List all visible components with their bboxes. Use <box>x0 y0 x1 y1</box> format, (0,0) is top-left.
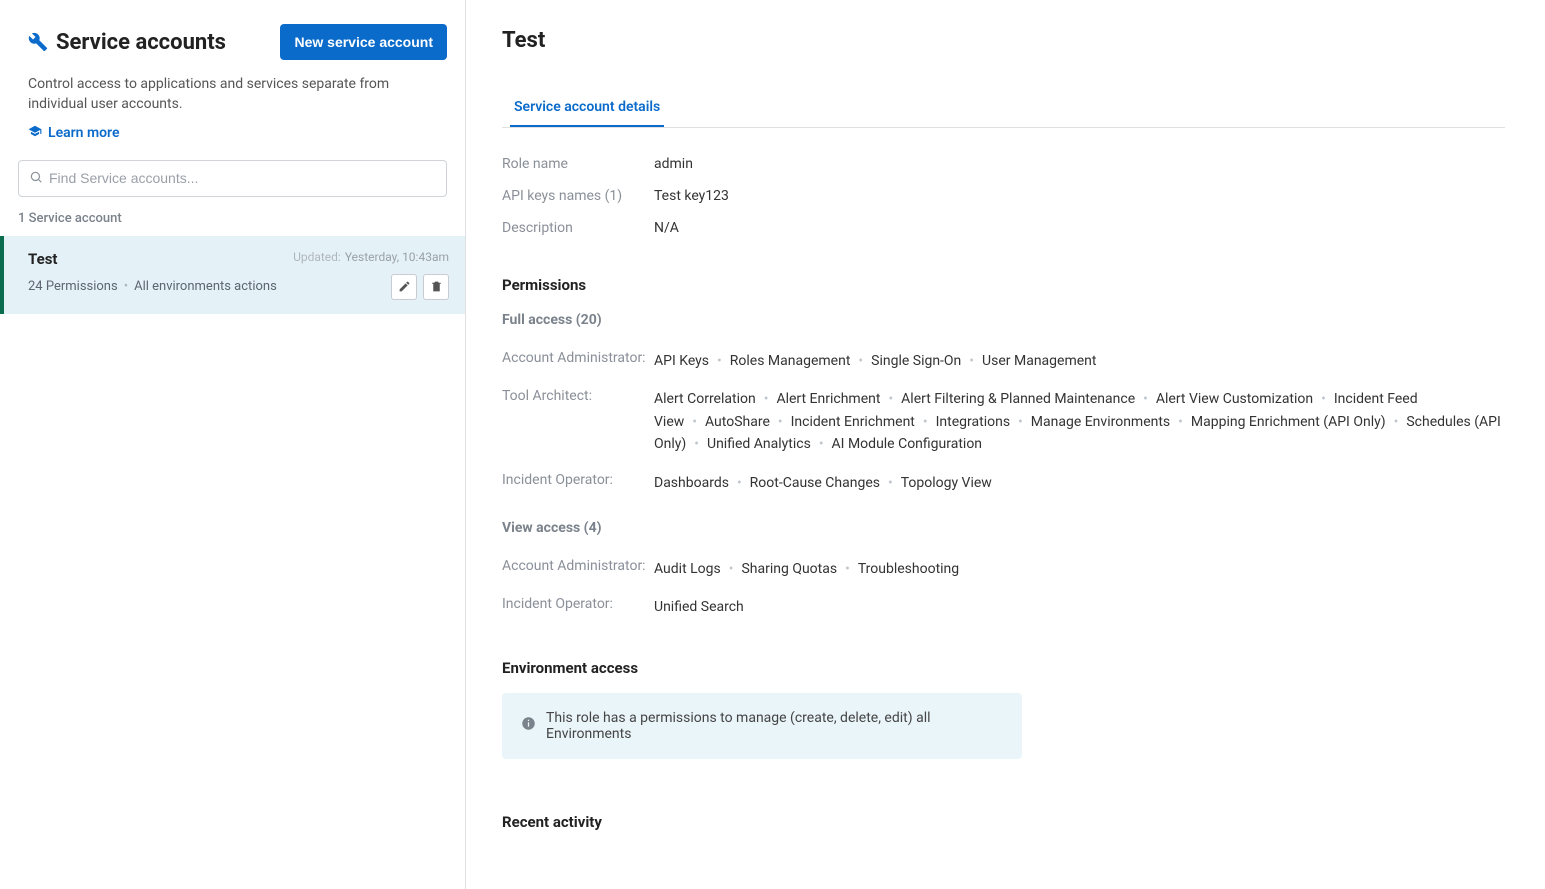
api-keys-value: Test key123 <box>654 188 729 204</box>
detail-title: Test <box>502 28 1505 53</box>
fa-incident-operator-label: Incident Operator: <box>502 472 654 488</box>
view-access-heading: View access (4) <box>502 520 1505 536</box>
permissions-heading: Permissions <box>502 276 1505 294</box>
fa-incident-operator-values: Dashboards•Root-Cause Changes•Topology V… <box>654 472 1505 494</box>
new-service-account-button[interactable]: New service account <box>280 24 447 60</box>
va-incident-operator-label: Incident Operator: <box>502 596 654 612</box>
role-name-value: admin <box>654 156 693 172</box>
search-input-container[interactable] <box>18 160 447 197</box>
va-incident-operator-values: Unified Search <box>654 596 1505 618</box>
tab-service-account-details[interactable]: Service account details <box>510 89 664 127</box>
search-icon <box>29 169 43 188</box>
graduation-cap-icon <box>28 124 42 142</box>
environment-info-box: This role has a permissions to manage (c… <box>502 693 1022 759</box>
fa-account-admin-values: API Keys•Roles Management•Single Sign-On… <box>654 350 1505 372</box>
learn-more-label: Learn more <box>48 125 119 141</box>
main-panel: Test Service account details Role namead… <box>466 0 1545 889</box>
wrench-icon <box>28 32 48 52</box>
account-count: 1 Service account <box>0 197 465 236</box>
description-label: Description <box>502 220 654 236</box>
page-title: Service accounts <box>56 30 226 55</box>
api-keys-label: API keys names (1) <box>502 188 654 204</box>
delete-button[interactable] <box>423 274 449 300</box>
item-updated: Updated:Yesterday, 10:43am <box>293 250 449 264</box>
va-account-admin-values: Audit Logs•Sharing Quotas•Troubleshootin… <box>654 558 1505 580</box>
search-input[interactable] <box>49 170 436 186</box>
environment-info-text: This role has a permissions to manage (c… <box>546 710 1003 742</box>
page-subtitle: Control access to applications and servi… <box>28 74 447 115</box>
fa-tool-architect-values: Alert Correlation•Alert Enrichment•Alert… <box>654 388 1505 455</box>
item-name: Test <box>28 250 58 268</box>
item-meta: 24 Permissions•All environments actions <box>28 279 277 294</box>
tab-bar: Service account details <box>502 89 1505 128</box>
info-icon <box>521 716 536 735</box>
description-value: N/A <box>654 220 679 236</box>
fa-account-admin-label: Account Administrator: <box>502 350 654 366</box>
full-access-heading: Full access (20) <box>502 312 1505 328</box>
environment-access-heading: Environment access <box>502 659 1505 677</box>
role-name-label: Role name <box>502 156 654 172</box>
va-account-admin-label: Account Administrator: <box>502 558 654 574</box>
sidebar: Service accounts New service account Con… <box>0 0 466 889</box>
edit-button[interactable] <box>391 274 417 300</box>
learn-more-link[interactable]: Learn more <box>28 124 119 142</box>
fa-tool-architect-label: Tool Architect: <box>502 388 654 404</box>
recent-activity-heading: Recent activity <box>502 813 1505 831</box>
service-account-item[interactable]: Test Updated:Yesterday, 10:43am 24 Permi… <box>0 236 465 314</box>
